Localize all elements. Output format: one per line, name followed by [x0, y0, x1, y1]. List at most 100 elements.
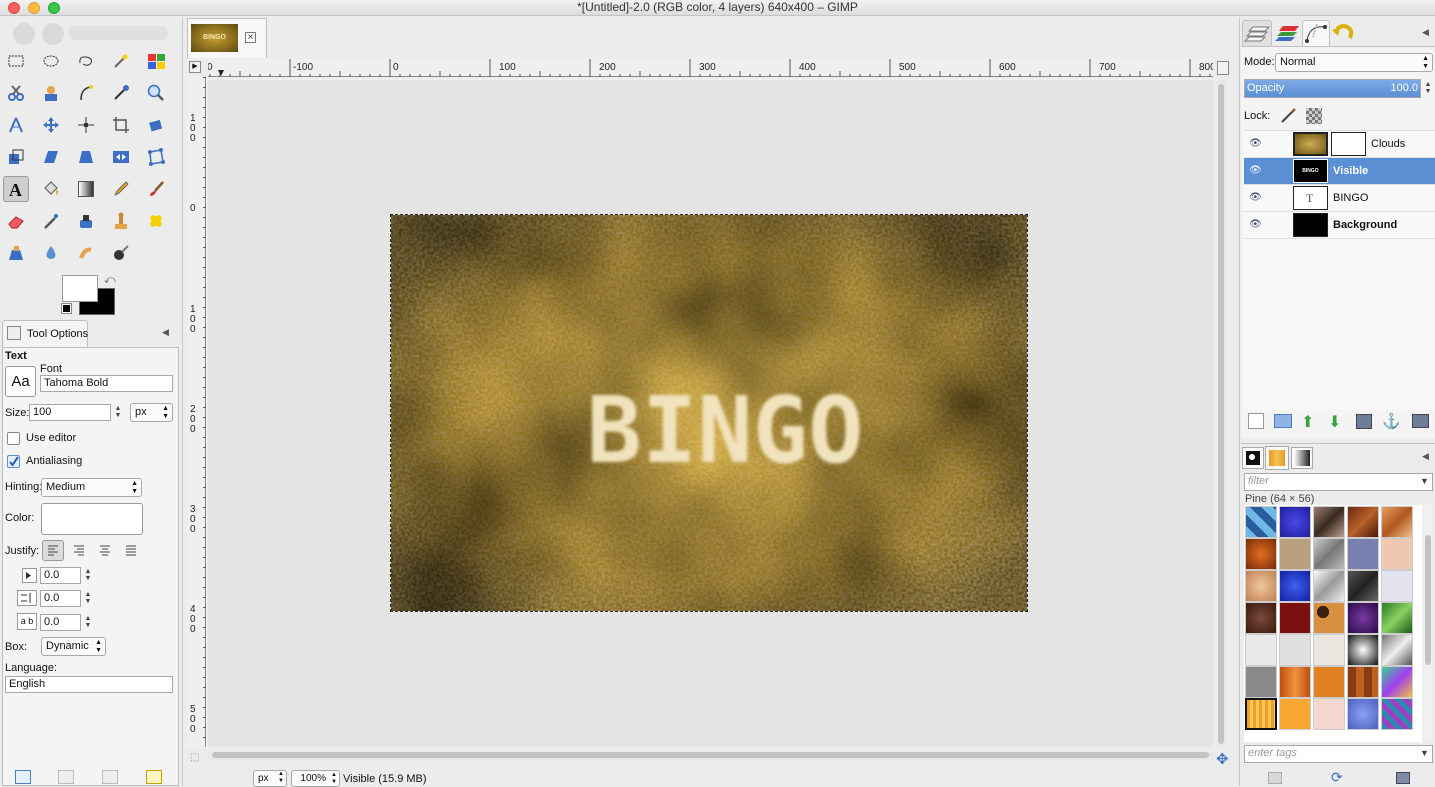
- pattern-swatch[interactable]: [1279, 538, 1311, 570]
- layer-mode-select[interactable]: Normal ▲ ▼: [1275, 53, 1433, 72]
- rotate-tool-icon[interactable]: [143, 112, 169, 138]
- line-spacing-stepper-icon[interactable]: ▲ ▼: [82, 591, 94, 605]
- pattern-tags-input[interactable]: enter tags: [1244, 745, 1433, 763]
- pattern-swatch[interactable]: [1381, 698, 1413, 730]
- shear-tool-icon[interactable]: [38, 144, 64, 170]
- pattern-swatch[interactable]: [1279, 666, 1311, 698]
- font-input[interactable]: Tahoma Bold: [40, 375, 173, 392]
- tab-channels[interactable]: [1273, 20, 1303, 47]
- select-by-color-tool-icon[interactable]: [143, 48, 169, 74]
- pattern-swatch[interactable]: [1347, 570, 1379, 602]
- color-picker-tool-icon[interactable]: [108, 80, 134, 106]
- pattern-swatch[interactable]: [1313, 570, 1345, 602]
- text-tool-icon[interactable]: A: [3, 176, 29, 202]
- layers-panel-menu-icon[interactable]: ◀: [1422, 27, 1429, 38]
- justify-right-button[interactable]: [69, 541, 89, 560]
- new-layer-group-icon[interactable]: [1274, 414, 1292, 428]
- panel-menu-icon[interactable]: ◀: [162, 327, 169, 338]
- pattern-swatch[interactable]: [1313, 602, 1345, 634]
- move-tool-icon[interactable]: [38, 112, 64, 138]
- pattern-swatch[interactable]: [1381, 506, 1413, 538]
- pattern-swatch[interactable]: [1381, 538, 1413, 570]
- pattern-swatch[interactable]: [1279, 698, 1311, 730]
- line-spacing-input[interactable]: 0.0: [40, 590, 81, 607]
- zoom-tool-icon[interactable]: [143, 80, 169, 106]
- hinting-select[interactable]: Medium ▲ ▼: [41, 478, 142, 497]
- refresh-patterns-icon[interactable]: ⟳: [1331, 769, 1343, 786]
- horizontal-scrollbar[interactable]: [208, 752, 1213, 760]
- delete-layer-icon[interactable]: [1412, 414, 1429, 428]
- cage-transform-tool-icon[interactable]: [143, 144, 169, 170]
- anchor-layer-icon[interactable]: ⚓: [1382, 412, 1401, 430]
- zoom-fit-icon[interactable]: [1217, 61, 1229, 75]
- pattern-swatch[interactable]: [1245, 538, 1277, 570]
- zoom-window-button[interactable]: [48, 2, 60, 14]
- fuzzy-select-tool-icon[interactable]: [108, 48, 134, 74]
- tab-brushes[interactable]: [1242, 447, 1264, 469]
- swap-colors-icon[interactable]: ⤺: [104, 274, 116, 287]
- tags-dropdown-icon[interactable]: ▼: [1420, 748, 1429, 758]
- indent-input[interactable]: 0.0: [40, 567, 81, 584]
- unit-select[interactable]: px ▲ ▼: [253, 770, 287, 787]
- layer-row-visible[interactable]: 👁 BINGO Visible: [1244, 158, 1435, 185]
- navigate-icon[interactable]: ✥: [1216, 750, 1229, 768]
- opacity-stepper-icon[interactable]: ▲ ▼: [1422, 81, 1434, 95]
- blend-tool-icon[interactable]: [73, 176, 99, 202]
- minimize-window-button[interactable]: [28, 2, 40, 14]
- foreground-select-tool-icon[interactable]: [38, 80, 64, 106]
- rect-select-tool-icon[interactable]: [3, 48, 29, 74]
- letter-spacing-input[interactable]: 0.0: [40, 614, 81, 631]
- pattern-swatch[interactable]: [1381, 570, 1413, 602]
- patterns-panel-menu-icon[interactable]: ◀: [1422, 451, 1429, 462]
- vertical-scrollbar[interactable]: [1218, 80, 1226, 747]
- scissors-tool-icon[interactable]: [3, 80, 29, 106]
- tab-layers[interactable]: [1242, 20, 1272, 47]
- pattern-swatch[interactable]: [1245, 634, 1277, 666]
- pencil-tool-icon[interactable]: [108, 176, 134, 202]
- scale-tool-icon[interactable]: [3, 144, 29, 170]
- perspective-clone-tool-icon[interactable]: [3, 240, 29, 266]
- pattern-swatch[interactable]: [1245, 506, 1277, 538]
- layer-row-background[interactable]: 👁 Background: [1244, 212, 1435, 239]
- pattern-swatch-pine[interactable]: [1245, 698, 1277, 730]
- patterns-scrollbar-thumb[interactable]: [1425, 535, 1431, 665]
- align-tool-icon[interactable]: [73, 112, 99, 138]
- smudge-tool-icon[interactable]: [73, 240, 99, 266]
- crop-tool-icon[interactable]: [108, 112, 134, 138]
- perspective-tool-icon[interactable]: [73, 144, 99, 170]
- pattern-swatch[interactable]: [1347, 698, 1379, 730]
- pattern-swatch[interactable]: [1245, 602, 1277, 634]
- paths-tool-icon[interactable]: [73, 80, 99, 106]
- tab-gradients[interactable]: [1291, 447, 1313, 469]
- visibility-eye-icon[interactable]: 👁: [1249, 219, 1262, 230]
- text-color-button[interactable]: [41, 503, 143, 535]
- quick-mask-icon[interactable]: ⬚: [190, 752, 199, 763]
- horizontal-scrollbar-thumb[interactable]: [212, 752, 1209, 758]
- pattern-swatch[interactable]: [1313, 698, 1345, 730]
- justify-left-button[interactable]: [42, 540, 64, 561]
- pattern-swatch[interactable]: [1313, 538, 1345, 570]
- pattern-swatch[interactable]: [1381, 602, 1413, 634]
- pattern-swatch[interactable]: [1279, 634, 1311, 666]
- language-input[interactable]: English: [5, 676, 173, 693]
- visibility-eye-icon[interactable]: 👁: [1249, 165, 1262, 176]
- ink-tool-icon[interactable]: [73, 208, 99, 234]
- close-image-tab-icon[interactable]: ×: [245, 32, 256, 43]
- save-tool-preset-icon[interactable]: [15, 770, 31, 784]
- delete-tool-preset-icon[interactable]: [102, 770, 118, 784]
- new-layer-icon[interactable]: [1248, 413, 1264, 429]
- tab-undo-history[interactable]: [1330, 20, 1360, 47]
- indent-stepper-icon[interactable]: ▲ ▼: [82, 568, 94, 582]
- visibility-eye-icon[interactable]: 👁: [1249, 138, 1262, 149]
- box-select[interactable]: Dynamic ▲ ▼: [41, 637, 106, 656]
- font-preview-button[interactable]: Aa: [5, 366, 36, 397]
- blur-tool-icon[interactable]: [38, 240, 64, 266]
- ellipse-select-tool-icon[interactable]: [38, 48, 64, 74]
- free-select-tool-icon[interactable]: [73, 48, 99, 74]
- tab-patterns[interactable]: [1265, 446, 1289, 470]
- tab-paths[interactable]: [1302, 20, 1330, 47]
- pattern-swatch[interactable]: [1347, 506, 1379, 538]
- pattern-swatch[interactable]: [1313, 634, 1345, 666]
- justify-center-button[interactable]: [95, 541, 115, 560]
- raise-layer-icon[interactable]: ⬆: [1301, 412, 1314, 432]
